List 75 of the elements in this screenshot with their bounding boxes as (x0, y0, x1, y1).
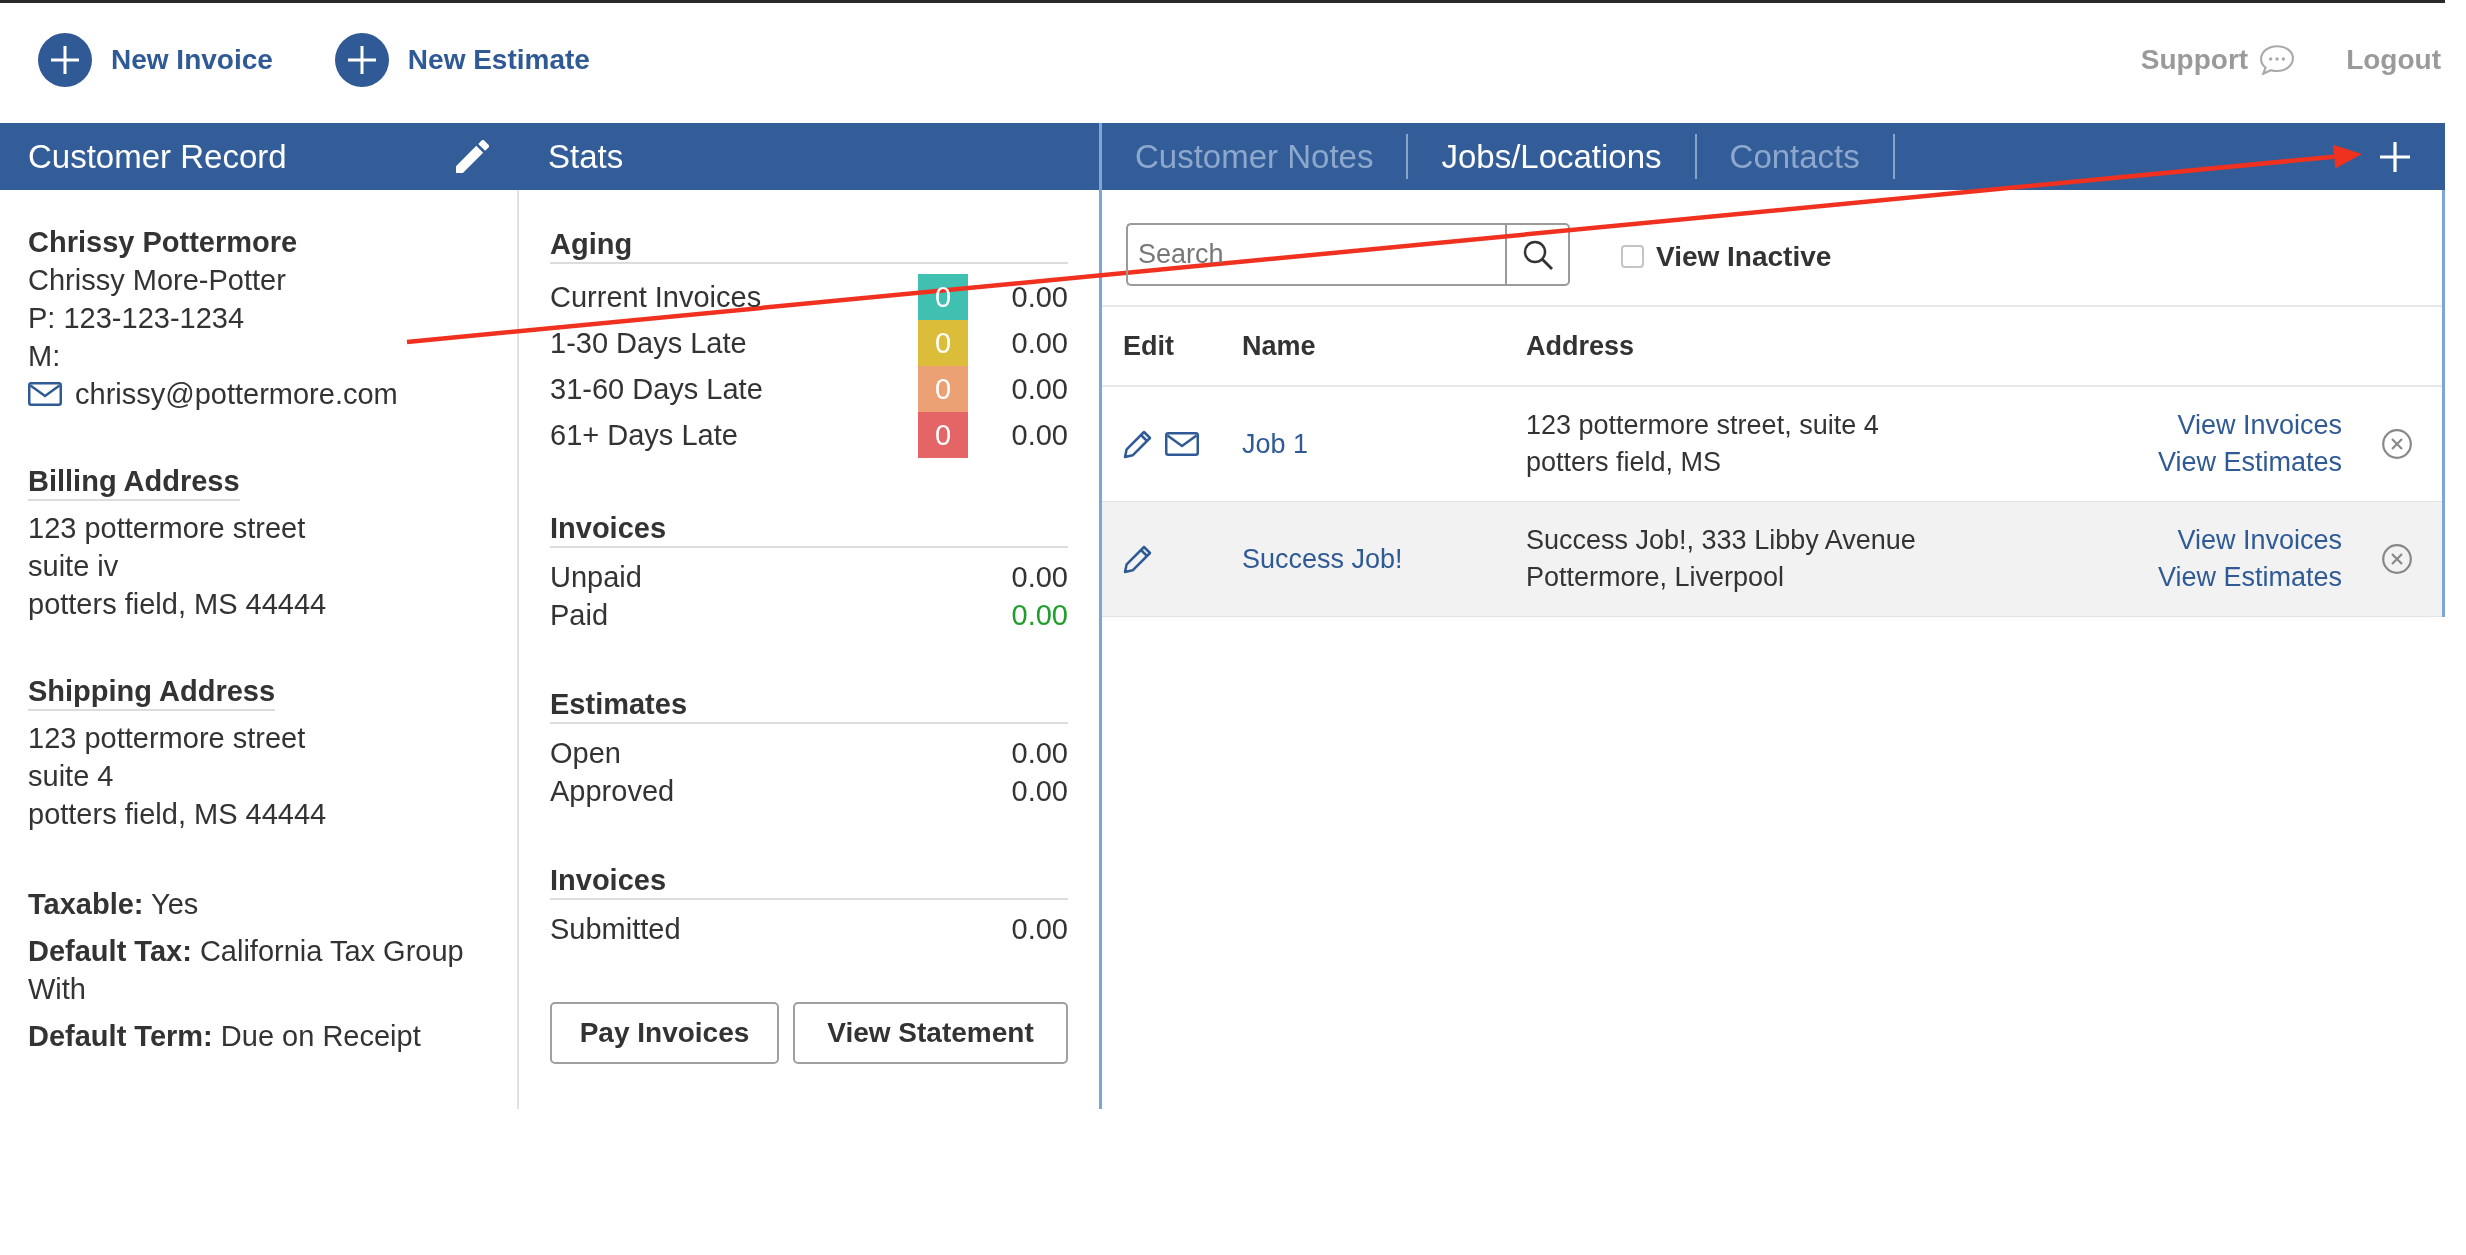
search-field[interactable]: Search (1126, 223, 1505, 286)
address-heading: Shipping Address (28, 673, 276, 711)
section-heading: Aging (550, 227, 633, 262)
create-button[interactable]: New Estimate (334, 33, 590, 87)
column-header: Address (1526, 330, 1635, 362)
section-heading: Invoices (550, 863, 667, 898)
mobile-label: M: (28, 339, 61, 374)
search-icon (1522, 239, 1553, 270)
stat-amount: 0.00 (1011, 280, 1068, 315)
count-badge: 0 (918, 320, 968, 366)
envelope-icon (28, 382, 62, 406)
job-name-link[interactable]: Success Job! (1242, 543, 1403, 574)
stat-amount: 0.00 (1011, 560, 1068, 595)
customer-name: Chrissy Pottermore (28, 225, 298, 260)
tab[interactable]: Jobs/Locations (1408, 134, 1697, 179)
stat-amount: 0.00 (1011, 774, 1068, 809)
row-action-link[interactable]: View Estimates (2157, 444, 2342, 481)
address-line: suite 4 (28, 759, 114, 794)
panel-title: Stats (548, 137, 624, 176)
contact-name: Chrissy More-Potter (28, 263, 286, 298)
pencil-icon[interactable] (456, 140, 489, 173)
circled-x-icon[interactable] (2382, 429, 2412, 459)
stat-amount: 0.00 (1011, 736, 1068, 771)
detail-text: Default Term: Due on Receipt (28, 1019, 422, 1054)
section-heading: Estimates (550, 687, 687, 722)
action-button[interactable]: View Statement (793, 1002, 1068, 1064)
row-action-link[interactable]: View Invoices (2177, 407, 2342, 444)
checkbox-label[interactable]: View Inactive (1656, 240, 1832, 273)
stat-label: Submitted (550, 912, 681, 947)
stat-label: 1-30 Days Late (550, 326, 747, 361)
address-line: 123 pottermore street (28, 721, 306, 756)
row-action-link[interactable]: View Invoices (2177, 522, 2342, 559)
stat-amount: 0.00 (1011, 598, 1068, 633)
address-text: 123 pottermore street, suite 4 potters field, MS (1526, 409, 1879, 479)
stat-label: Paid (550, 598, 609, 633)
pencil-icon[interactable] (1123, 544, 1153, 574)
pencil-icon[interactable] (1123, 429, 1153, 459)
job-name-link[interactable]: Job 1 (1242, 428, 1309, 459)
address-line: potters field, MS 44444 (28, 797, 327, 832)
stat-amount: 0.00 (1011, 372, 1068, 407)
column-header: Name (1242, 330, 1316, 362)
stat-amount: 0.00 (1011, 418, 1068, 453)
stat-amount: 0.00 (1011, 912, 1068, 947)
stat-label: 61+ Days Late (550, 418, 738, 453)
address-heading: Billing Address (28, 463, 240, 501)
plus-circle-icon (334, 33, 389, 87)
plus-icon[interactable] (2380, 141, 2410, 172)
email-address: chrissy@pottermore.com (75, 377, 398, 412)
envelope-icon[interactable] (1165, 432, 1199, 456)
section-heading: Invoices (550, 511, 667, 546)
detail-text: Taxable: Yes (28, 887, 200, 922)
phone-number: P: 123-123-1234 (28, 301, 245, 336)
row-action-link[interactable]: View Estimates (2157, 559, 2342, 596)
detail-text: Default Tax: California Tax Group With (28, 934, 465, 1007)
checkbox[interactable] (1621, 245, 1644, 268)
address-line: suite iv (28, 549, 119, 584)
action-button[interactable]: Pay Invoices (550, 1002, 779, 1064)
create-button[interactable]: New Invoice (38, 33, 273, 87)
panel-title: Customer Record (28, 137, 287, 176)
address-line: 123 pottermore street (28, 511, 306, 546)
speech-bubble-icon (2260, 45, 2295, 75)
count-badge: 0 (918, 366, 968, 412)
plus-circle-icon (38, 33, 92, 87)
stat-label: Unpaid (550, 560, 642, 595)
stat-label: Open (550, 736, 621, 771)
address-text: Success Job!, 333 Libby Avenue Pottermore, Liverpool (1526, 524, 1916, 594)
count-badge: 0 (918, 412, 968, 458)
column-header: Edit (1123, 330, 1174, 362)
stat-amount: 0.00 (1011, 326, 1068, 361)
address-line: potters field, MS 44444 (28, 587, 327, 622)
circled-x-icon[interactable] (2382, 544, 2412, 574)
stat-label: 31-60 Days Late (550, 372, 763, 407)
stat-label: Current Invoices (550, 280, 762, 315)
search-button[interactable] (1505, 223, 1570, 286)
stat-label: Approved (550, 774, 675, 809)
